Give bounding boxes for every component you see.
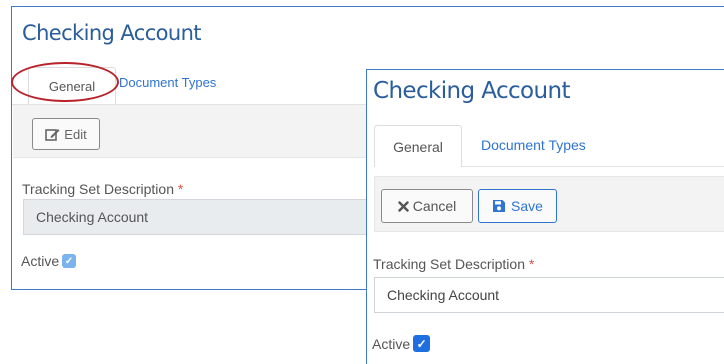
edit-button-label: Edit	[64, 126, 87, 142]
description-input[interactable]: Checking Account	[374, 277, 724, 313]
close-icon	[398, 200, 409, 212]
save-button[interactable]: Save	[478, 189, 557, 223]
tab-general-label: General	[393, 138, 443, 155]
page-title: Checking Account	[373, 78, 571, 104]
description-label: Tracking Set Description *	[22, 181, 184, 197]
tab-document-types[interactable]: Document Types	[119, 75, 216, 90]
save-icon	[492, 199, 506, 213]
account-panel-edit: Checking Account General Document Types …	[366, 69, 724, 364]
check-icon: ✓	[64, 255, 74, 267]
required-mark: *	[177, 181, 184, 197]
active-checkbox[interactable]: ✓	[413, 335, 431, 352]
required-mark: *	[528, 256, 535, 272]
edit-button[interactable]: Edit	[32, 118, 100, 150]
check-icon: ✓	[416, 336, 427, 351]
highlight-annotation	[11, 62, 119, 102]
cancel-button[interactable]: Cancel	[381, 189, 473, 223]
active-label: Active	[372, 335, 411, 352]
description-label: Tracking Set Description *	[373, 256, 535, 272]
edit-icon	[45, 128, 60, 141]
active-row: Active ✓	[372, 335, 431, 352]
active-checkbox: ✓	[62, 254, 77, 268]
tab-divider	[462, 166, 724, 167]
description-field-readonly: Checking Account	[23, 199, 368, 235]
active-label: Active	[21, 253, 60, 269]
page-title: Checking Account	[22, 21, 202, 45]
save-button-label: Save	[511, 198, 543, 214]
tab-general[interactable]: General	[374, 125, 462, 167]
cancel-button-label: Cancel	[412, 198, 457, 214]
active-row: Active ✓	[21, 253, 77, 269]
tab-document-types[interactable]: Document Types	[481, 137, 586, 153]
